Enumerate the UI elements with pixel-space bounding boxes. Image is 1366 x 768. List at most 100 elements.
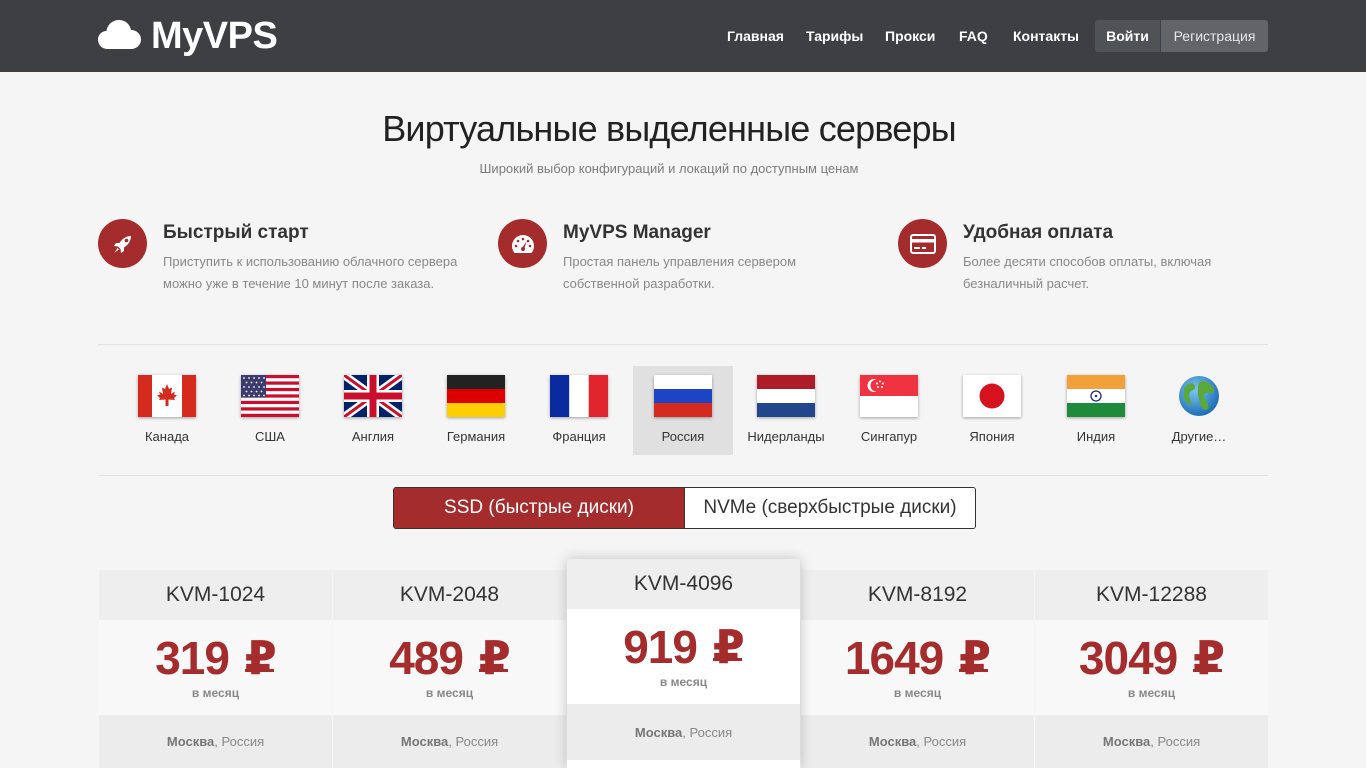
divider bbox=[98, 344, 1268, 345]
country-russia[interactable]: Россия bbox=[633, 366, 733, 455]
location-city: Москва bbox=[868, 734, 917, 749]
price-value: 3049 bbox=[1078, 632, 1178, 684]
singapore-flag-icon bbox=[860, 375, 918, 417]
plan-location: Москва, Россия bbox=[801, 715, 1034, 768]
nvme-option[interactable]: NVMe (сверхбыстрые диски) bbox=[684, 488, 975, 528]
plan-period: в месяц bbox=[659, 675, 708, 689]
location-country: , Россия bbox=[214, 734, 265, 749]
nav-proxy[interactable]: Прокси bbox=[885, 28, 935, 44]
plan-location: Москва, Россия bbox=[333, 715, 566, 768]
plan-name: KVM-4096 bbox=[567, 559, 800, 609]
country-name: Канада bbox=[144, 429, 190, 444]
plan-period: в месяц bbox=[893, 686, 942, 700]
globe-icon bbox=[1170, 375, 1228, 417]
main-nav: Главная Тарифы Прокси FAQ Контакты Войти… bbox=[0, 0, 1366, 72]
plan-price-box: 919 ₽ в месяц bbox=[567, 609, 800, 704]
country-india[interactable]: Индия bbox=[1046, 366, 1146, 455]
plan-name: KVM-1024 bbox=[99, 570, 332, 620]
japan-flag-icon bbox=[963, 375, 1021, 417]
nav-tariffs[interactable]: Тарифы bbox=[806, 28, 863, 44]
canada-flag-icon bbox=[138, 375, 196, 417]
nav-contacts[interactable]: Контакты bbox=[1013, 28, 1079, 44]
plan-price-box: 319 ₽ в месяц bbox=[99, 620, 332, 715]
plan-price: 1649 ₽ bbox=[844, 632, 991, 684]
country-netherlands[interactable]: Нидерланды bbox=[736, 366, 836, 455]
plan-period: в месяц bbox=[1127, 686, 1176, 700]
plan-price: 919 ₽ bbox=[623, 621, 745, 673]
plan-price: 319 ₽ bbox=[155, 632, 277, 684]
feature-title: Быстрый старт bbox=[163, 222, 309, 243]
country-other[interactable]: Другие… bbox=[1149, 366, 1249, 455]
country-canada[interactable]: Канада bbox=[117, 366, 217, 455]
plan-name: KVM-8192 bbox=[801, 570, 1034, 620]
price-value: 489 bbox=[389, 632, 464, 684]
location-country: , Россия bbox=[448, 734, 499, 749]
location-city: Москва bbox=[1102, 734, 1151, 749]
russia-flag-icon bbox=[654, 375, 712, 417]
rocket-icon bbox=[98, 219, 147, 268]
price-value: 919 bbox=[623, 621, 698, 673]
location-country: , Россия bbox=[916, 734, 967, 749]
country-name: Франция bbox=[552, 429, 606, 444]
plan-price: 3049 ₽ bbox=[1078, 632, 1225, 684]
country-singapore[interactable]: Сингапур bbox=[839, 366, 939, 455]
country-name: Англия bbox=[351, 429, 395, 444]
plan-card[interactable]: KVM-12288 3049 ₽ в месяц Москва, Россия bbox=[1035, 570, 1268, 768]
country-germany[interactable]: Германия bbox=[426, 366, 526, 455]
country-england[interactable]: Англия bbox=[323, 366, 423, 455]
dashboard-icon bbox=[498, 219, 547, 268]
country-name: США bbox=[255, 429, 285, 444]
country-usa[interactable]: США bbox=[220, 366, 320, 455]
plan-name: KVM-2048 bbox=[333, 570, 566, 620]
country-name: Индия bbox=[1076, 429, 1116, 444]
country-name: Россия bbox=[661, 429, 705, 444]
divider bbox=[98, 475, 1268, 476]
plan-name: KVM-12288 bbox=[1035, 570, 1268, 620]
country-japan[interactable]: Япония bbox=[942, 366, 1042, 455]
nav-home[interactable]: Главная bbox=[727, 28, 784, 44]
nav-faq[interactable]: FAQ bbox=[959, 28, 988, 44]
country-france[interactable]: Франция bbox=[529, 366, 629, 455]
location-city: Москва bbox=[166, 734, 215, 749]
ssd-option[interactable]: SSD (быстрые диски) bbox=[394, 488, 684, 528]
plan-period: в месяц bbox=[425, 686, 474, 700]
register-button[interactable]: Регистрация bbox=[1161, 20, 1268, 52]
ruble-sign: ₽ bbox=[959, 632, 991, 684]
plan-price: 489 ₽ bbox=[389, 632, 511, 684]
page-subtitle: Широкий выбор конфигураций и локаций по … bbox=[479, 161, 859, 176]
usa-flag-icon bbox=[241, 375, 299, 417]
country-name: Германия bbox=[446, 429, 506, 444]
location-city: Москва bbox=[634, 724, 683, 740]
feature-desc: Приступить к использованию облачного сер… bbox=[163, 254, 458, 291]
feature-title: Удобная оплата bbox=[963, 222, 1114, 243]
ruble-sign: ₽ bbox=[478, 632, 511, 684]
plan-location: Москва, Россия bbox=[1035, 715, 1268, 768]
netherlands-flag-icon bbox=[757, 375, 815, 417]
plan-price-box: 3049 ₽ в месяц bbox=[1035, 620, 1268, 715]
location-country: , Россия bbox=[682, 724, 733, 740]
germany-flag-icon bbox=[447, 375, 505, 417]
uk-flag-icon bbox=[344, 375, 402, 417]
plan-price-box: 489 ₽ в месяц bbox=[333, 620, 566, 715]
plan-period: в месяц bbox=[191, 686, 240, 700]
feature-desc: Более десяти способов оплаты, включая бе… bbox=[963, 254, 1212, 291]
price-value: 1649 bbox=[844, 632, 944, 684]
ruble-sign: ₽ bbox=[712, 621, 745, 673]
credit-card-icon bbox=[898, 219, 947, 268]
location-city: Москва bbox=[400, 734, 449, 749]
plan-card[interactable]: KVM-8192 1649 ₽ в месяц Москва, Россия bbox=[801, 570, 1034, 768]
feature-desc: Простая панель управления сервером собст… bbox=[563, 254, 797, 291]
feature-title: MyVPS Manager bbox=[563, 222, 711, 243]
plan-card-featured[interactable]: KVM-4096 919 ₽ в месяц Москва, Россия bbox=[567, 559, 800, 768]
page-title: Виртуальные выделенные серверы bbox=[382, 108, 956, 149]
login-button[interactable]: Войти bbox=[1095, 20, 1161, 52]
plan-card[interactable]: KVM-2048 489 ₽ в месяц Москва, Россия bbox=[333, 570, 566, 768]
india-flag-icon bbox=[1067, 375, 1125, 417]
plan-location: Москва, Россия bbox=[99, 715, 332, 768]
plan-location: Москва, Россия bbox=[567, 704, 800, 760]
price-value: 319 bbox=[155, 632, 230, 684]
plan-card[interactable]: KVM-1024 319 ₽ в месяц Москва, Россия bbox=[99, 570, 332, 768]
france-flag-icon bbox=[550, 375, 608, 417]
country-name: Япония bbox=[969, 429, 1015, 444]
plan-price-box: 1649 ₽ в месяц bbox=[801, 620, 1034, 715]
